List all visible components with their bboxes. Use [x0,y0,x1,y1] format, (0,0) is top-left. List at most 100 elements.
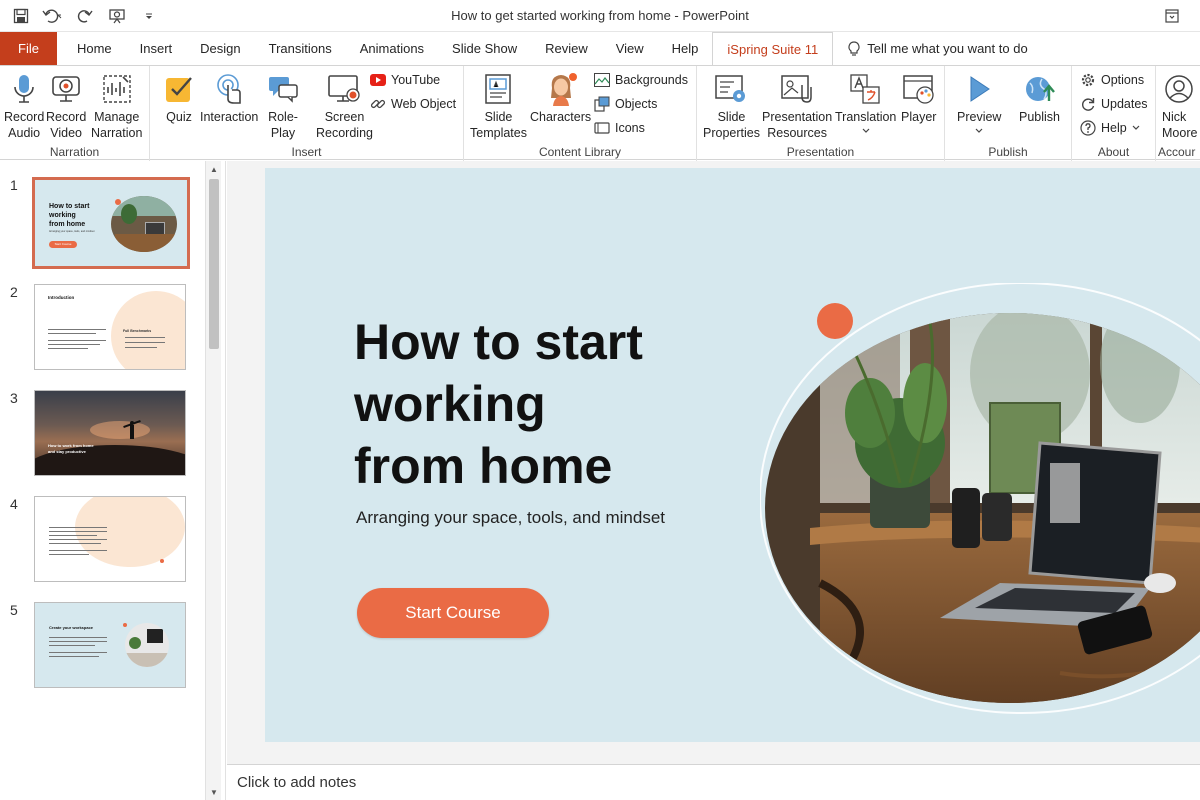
group-label-insert: Insert [291,145,322,159]
slide-thumbnail-4[interactable]: 4 [0,496,205,588]
play-triangle-icon [962,72,996,106]
tab-design[interactable]: Design [186,32,254,65]
slide-subtitle[interactable]: Arranging your space, tools, and mindset [356,508,665,528]
slide-thumbnail-3[interactable]: 3 How to work from home and stay product… [0,390,205,482]
tab-ispring-suite[interactable]: iSpring Suite 11 [712,32,834,65]
publish-label: Publish [1019,110,1060,124]
group-about: Options Updates Help About [1072,66,1156,161]
scroll-down-icon[interactable]: ▼ [206,784,222,800]
thumbnail-frame [34,496,186,582]
record-audio-button[interactable]: Record Audio [4,72,44,141]
microphone-icon [7,72,41,106]
group-account: Nick Moore Accour [1156,66,1200,161]
thumb-title: Introduction [48,295,75,300]
group-narration: Record Audio Record Video Manage Narrati… [0,66,150,161]
interaction-button[interactable]: Interaction [200,72,258,125]
backgrounds-button[interactable]: Backgrounds [594,72,688,88]
updates-button[interactable]: Updates [1080,96,1148,112]
characters-button[interactable]: Characters [530,72,591,125]
player-button[interactable]: Player [901,72,936,125]
thumb-body-lines [48,329,106,349]
slide-properties-button[interactable]: Slide Properties [703,72,760,141]
objects-icon [594,96,610,112]
account-button[interactable]: Nick Moore [1162,72,1197,141]
objects-button[interactable]: Objects [594,96,657,112]
current-slide[interactable]: How to start working from home Arranging… [265,168,1200,742]
translation-icon [849,72,883,106]
preview-dropdown-icon[interactable] [975,128,983,134]
refresh-icon [1080,96,1096,112]
tab-animations[interactable]: Animations [346,32,438,65]
help-dropdown-icon[interactable] [1132,125,1140,131]
help-label: Help [1101,121,1127,135]
updates-label: Updates [1101,97,1148,111]
icons-button[interactable]: Icons [594,120,645,136]
notes-pane[interactable]: Click to add notes [227,764,1200,800]
group-content-library: Slide Templates Characters Backgrounds O… [464,66,697,161]
tell-me-search[interactable]: Tell me what you want to do [833,32,1041,65]
group-insert: Quiz Interaction Role- Play Screen Recor… [150,66,464,161]
backgrounds-label: Backgrounds [615,73,688,87]
role-play-button[interactable]: Role- Play [266,72,300,141]
lightbulb-icon [848,40,860,56]
slide-title[interactable]: How to start working from home [354,311,734,497]
slide-templates-button[interactable]: Slide Templates [470,72,527,141]
scroll-up-icon[interactable]: ▲ [206,161,222,177]
tell-me-text: Tell me what you want to do [867,41,1028,56]
ribbon-tabs: File Home Insert Design Transitions Anim… [0,32,1200,65]
help-button[interactable]: Help [1080,120,1140,136]
notes-placeholder: Click to add notes [237,774,357,791]
screen-recording-button[interactable]: Screen Recording [316,72,373,141]
ribbon-display-options-icon[interactable] [1162,6,1182,26]
characters-label: Characters [530,110,592,124]
tab-home[interactable]: Home [63,32,126,65]
character-icon [544,72,578,106]
slide-number: 5 [10,602,18,618]
manage-narration-button[interactable]: Manage Narration [91,72,142,141]
thumb-title: Create your workspace [49,625,94,630]
tab-review[interactable]: Review [531,32,602,65]
tab-transitions[interactable]: Transitions [255,32,346,65]
tab-file[interactable]: File [0,32,57,65]
slide-thumbnail-1[interactable]: 1 How to start working from home Arrangi… [0,177,205,269]
icons-library-icon [594,120,610,136]
group-label-about: About [1097,145,1130,159]
thumbnails-scrollbar[interactable]: ▲ ▼ [205,161,221,800]
slide-thumbnail-2[interactable]: 2 Introduction Full Benchmarks [0,284,205,376]
screen-recording-label: Screen Recording [316,110,373,140]
web-object-button[interactable]: Web Object [370,96,456,112]
publish-button[interactable]: Publish [1019,72,1060,125]
orbit-accent-dot [817,303,853,339]
youtube-button[interactable]: YouTube [370,72,440,88]
scrollbar-thumb[interactable] [209,179,219,349]
thumb-side-lines [125,337,165,348]
thumb-photo [111,196,177,252]
slide-thumbnail-5[interactable]: 5 Create your workspace [0,602,205,694]
group-label-narration: Narration [49,145,100,159]
quiz-button[interactable]: Quiz [162,72,196,125]
translation-dropdown-icon[interactable] [862,128,870,134]
tab-slide-show[interactable]: Slide Show [438,32,531,65]
question-icon [1080,120,1096,136]
workspace-photo[interactable] [760,283,1200,723]
options-button[interactable]: Options [1080,72,1144,88]
start-course-button[interactable]: Start Course [357,588,549,638]
thumb-body-lines [49,527,107,555]
group-label-publish: Publish [988,145,1028,159]
webcam-icon [49,72,83,106]
tab-insert[interactable]: Insert [126,32,187,65]
preview-button[interactable]: Preview [957,72,1001,134]
group-label-content-library: Content Library [538,145,622,159]
slide-templates-label: Slide Templates [470,110,527,140]
record-video-button[interactable]: Record Video [46,72,86,141]
web-object-label: Web Object [391,97,457,111]
tab-help[interactable]: Help [658,32,713,65]
link-icon [370,96,386,112]
slide-number: 3 [10,390,18,406]
tab-view[interactable]: View [602,32,658,65]
player-palette-icon [902,72,936,106]
presentation-resources-button[interactable]: Presentation Resources [762,72,832,141]
role-play-label: Role- Play [268,110,298,140]
gear-icon [1080,72,1096,88]
translation-button[interactable]: Translation [835,72,896,134]
